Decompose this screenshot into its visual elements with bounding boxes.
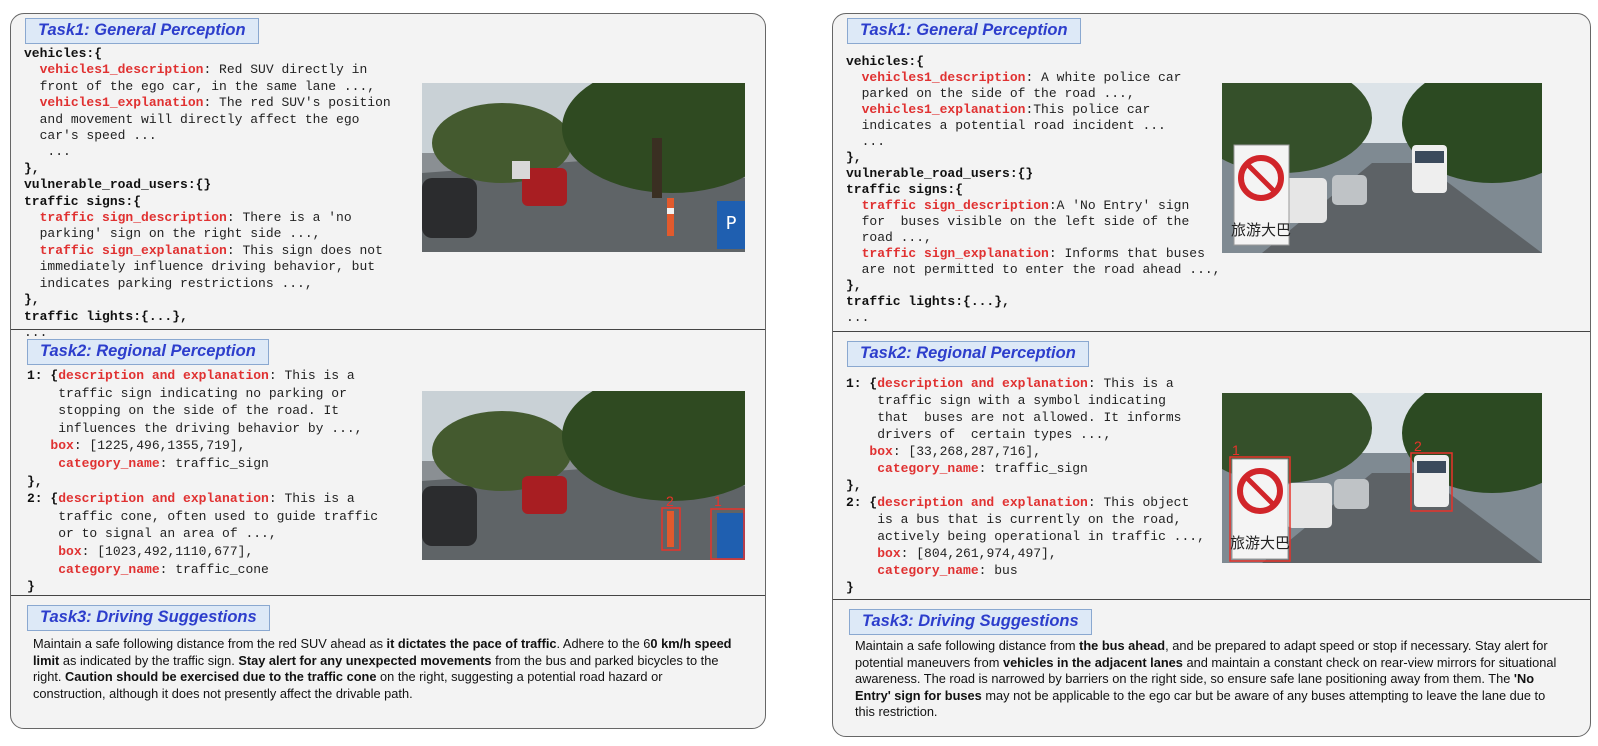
task1-general-perception-text: vehicles:{ vehicles1_description: A whit… xyxy=(846,54,1221,325)
task1-title: Task1: General Perception xyxy=(25,18,259,44)
task3-title: Task3: Driving Suggestions xyxy=(849,609,1092,635)
task2-title: Task2: Regional Perception xyxy=(847,341,1089,367)
driving-suggestion-text: Maintain a safe following distance from … xyxy=(33,636,732,701)
bbox-label-1: 1 xyxy=(1232,442,1240,458)
svg-text:P: P xyxy=(726,213,737,234)
bbox-label-2: 2 xyxy=(1414,438,1422,454)
task2-regional-perception-text: 1: {description and explanation: This is… xyxy=(846,376,1205,595)
bbox-label-1: 1 xyxy=(714,493,722,509)
divider xyxy=(11,595,765,596)
driving-suggestion-text: Maintain a safe following distance from … xyxy=(855,638,1557,719)
task1-title: Task1: General Perception xyxy=(847,18,1081,44)
divider xyxy=(11,329,765,330)
highway-scene-photo: 旅游大巴 xyxy=(1222,83,1542,253)
task1-general-perception-text: vehicles:{ vehicles1_description: Red SU… xyxy=(24,46,391,340)
sign-chinese-text: 旅游大巴 xyxy=(1231,221,1291,239)
sign-chinese-text: 旅游大巴 xyxy=(1230,534,1290,552)
task2-title: Task2: Regional Perception xyxy=(27,339,269,365)
task2-regional-perception-text: 1: {description and explanation: This is… xyxy=(27,368,379,595)
right-example-panel: Task1: General Perception vehicles:{ veh… xyxy=(832,13,1591,737)
driving-scene-photo: P xyxy=(422,83,745,252)
divider xyxy=(833,331,1590,332)
left-example-panel: Task1: General Perception vehicles:{ veh… xyxy=(10,13,766,729)
task3-title: Task3: Driving Suggestions xyxy=(27,605,270,631)
highway-scene-photo-annotated: 旅游大巴 1 2 xyxy=(1222,393,1542,563)
divider xyxy=(833,599,1590,600)
driving-scene-photo-annotated: 2 1 xyxy=(422,391,745,560)
bbox-label-2: 2 xyxy=(666,493,674,509)
